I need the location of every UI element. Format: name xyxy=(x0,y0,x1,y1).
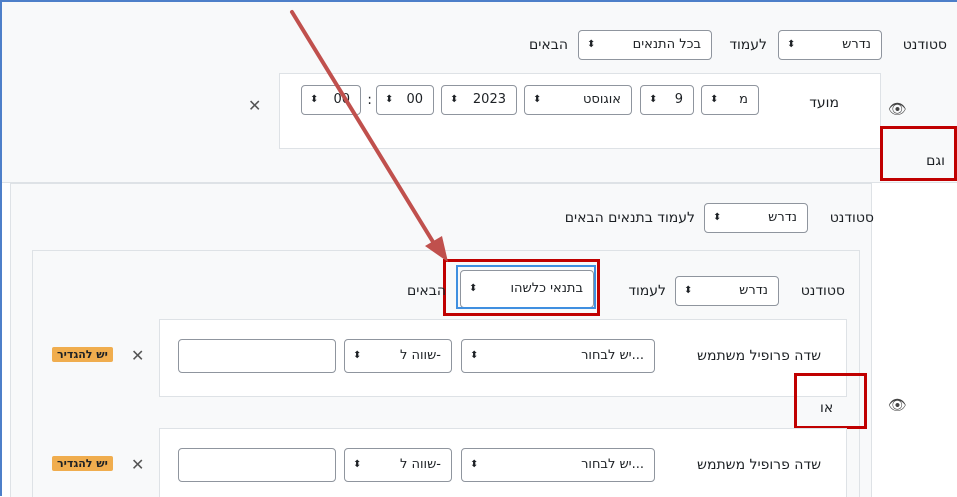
annotation-arrow xyxy=(290,10,448,262)
